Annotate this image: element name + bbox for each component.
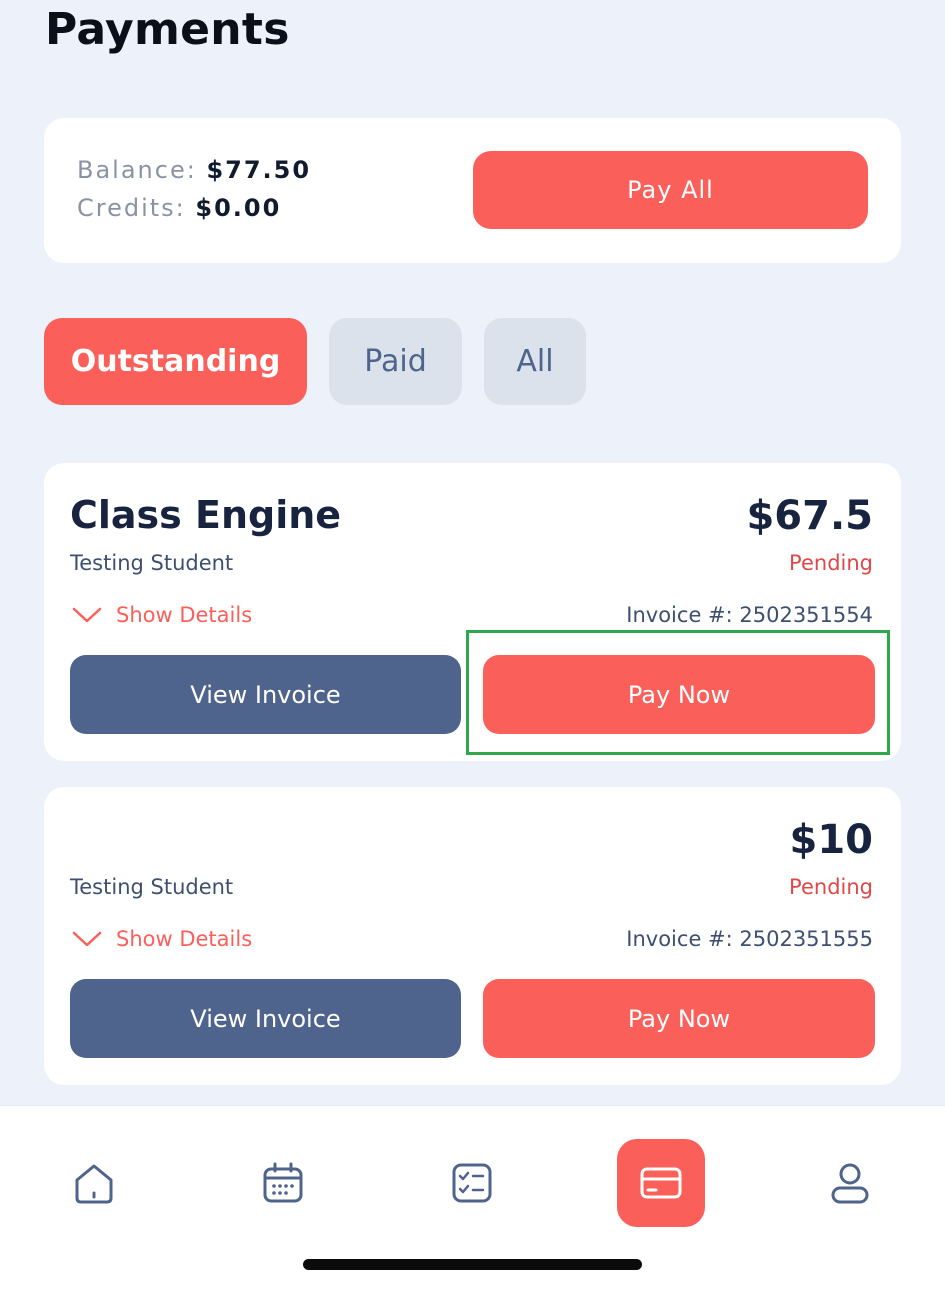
chevron-down-icon [72, 607, 102, 623]
invoice-student: Testing Student [70, 875, 234, 899]
nav-calendar[interactable] [239, 1139, 327, 1227]
show-details-label: Show Details [116, 927, 253, 951]
invoice-amount: $67.5 [746, 493, 873, 539]
highlight-box [466, 630, 890, 755]
credits-value: $0.00 [195, 194, 282, 222]
invoice-card: $10 Testing Student Pending Show Details… [44, 787, 901, 1085]
tab-outstanding[interactable]: Outstanding [44, 318, 307, 405]
nav-payments[interactable] [617, 1139, 705, 1227]
credits-row: Credits: $0.00 [77, 194, 281, 222]
home-indicator [303, 1259, 642, 1270]
card-icon [640, 1167, 682, 1199]
balance-card: Balance: $77.50 Credits: $0.00 Pay All [44, 118, 901, 263]
nav-tasks[interactable] [428, 1139, 516, 1227]
page-title: Payments [45, 4, 290, 55]
calendar-icon [263, 1162, 303, 1203]
chevron-down-icon [72, 931, 102, 947]
balance-value: $77.50 [206, 156, 312, 184]
tab-all[interactable]: All [484, 318, 586, 405]
show-details-label: Show Details [116, 603, 253, 627]
balance-label: Balance: [77, 156, 197, 184]
invoice-status: Pending [789, 551, 873, 575]
invoice-number: Invoice #: 2502351554 [626, 603, 873, 627]
pay-all-button[interactable]: Pay All [473, 151, 868, 229]
home-icon [75, 1164, 113, 1204]
profile-icon [831, 1163, 869, 1204]
bottom-nav [0, 1105, 945, 1290]
invoice-student: Testing Student [70, 551, 234, 575]
invoice-number: Invoice #: 2502351555 [626, 927, 873, 951]
invoice-title: Class Engine [70, 493, 342, 537]
tasks-icon [452, 1163, 492, 1203]
nav-profile[interactable] [806, 1139, 894, 1227]
show-details-toggle[interactable]: Show Details [72, 927, 252, 951]
show-details-toggle[interactable]: Show Details [72, 603, 252, 627]
view-invoice-button[interactable]: View Invoice [70, 655, 461, 734]
view-invoice-button[interactable]: View Invoice [70, 979, 461, 1058]
tab-paid[interactable]: Paid [329, 318, 462, 405]
pay-now-button[interactable]: Pay Now [483, 979, 875, 1058]
invoice-amount: $10 [789, 817, 874, 863]
nav-home[interactable] [50, 1139, 138, 1227]
invoice-status: Pending [789, 875, 873, 899]
balance-row: Balance: $77.50 [77, 156, 311, 184]
credits-label: Credits: [77, 194, 186, 222]
